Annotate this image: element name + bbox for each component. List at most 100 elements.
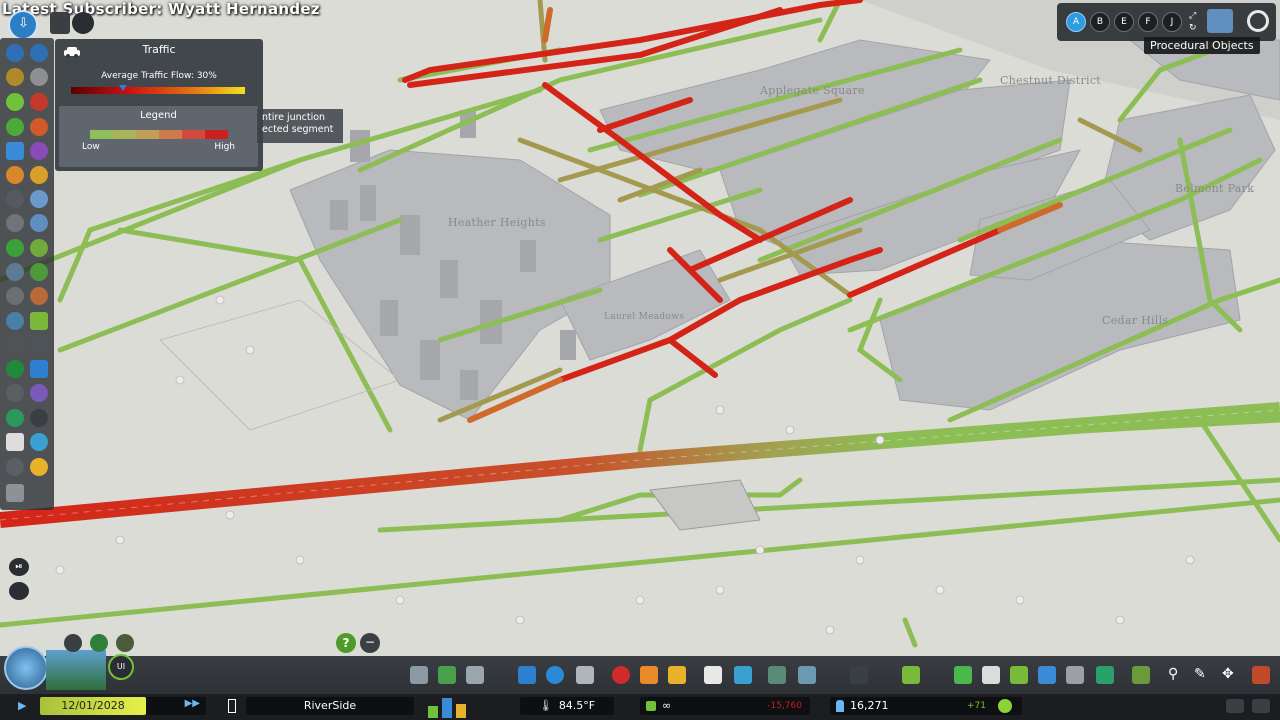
move-it-logo-icon[interactable]	[1207, 9, 1233, 33]
settings-icon[interactable]	[6, 336, 24, 354]
night-icon[interactable]	[6, 360, 24, 378]
mod-icon-2[interactable]	[90, 634, 108, 652]
water-surface-tab-icon[interactable]	[1038, 666, 1056, 684]
eyedropper-icon[interactable]: ✎	[1194, 666, 1212, 684]
shield-tab-icon[interactable]	[1096, 666, 1114, 684]
industry-tab-icon[interactable]	[768, 666, 786, 684]
mod-icon-1[interactable]	[64, 634, 82, 652]
screenshot-icon[interactable]	[1252, 699, 1270, 713]
layer-button-j[interactable]: J	[1162, 12, 1182, 32]
garbage-icon[interactable]	[30, 166, 48, 184]
minimize-button[interactable]: −	[360, 633, 380, 653]
traffic-icon[interactable]	[6, 142, 24, 160]
panel-title: Traffic	[142, 43, 176, 56]
education-tab-icon[interactable]	[704, 666, 722, 684]
expand-icon[interactable]: ⤢	[1189, 11, 1196, 21]
plane-icon[interactable]	[30, 433, 48, 451]
fast-forward-icon: ▶▶	[184, 698, 200, 709]
refresh-icon[interactable]: ↻	[1189, 23, 1197, 33]
districts-icon[interactable]	[30, 68, 48, 86]
parks-icon[interactable]	[6, 118, 24, 136]
crime-icon[interactable]	[30, 287, 48, 305]
info-bar: ▶ 12/01/2028 ▶▶ RiverSide 🌡 84.5°F ∞ -15,…	[0, 694, 1280, 720]
police-icon[interactable]	[6, 190, 24, 208]
health-tab-icon[interactable]	[612, 666, 630, 684]
monuments-tab-icon[interactable]	[954, 666, 972, 684]
tools-icon[interactable]	[6, 312, 24, 330]
income-value: -15,760	[767, 701, 802, 711]
checklist-tab-icon[interactable]	[982, 666, 1000, 684]
unique-icon[interactable]	[6, 214, 24, 232]
roads-icon[interactable]	[6, 44, 24, 62]
temperature-display: 🌡 84.5°F	[520, 697, 614, 715]
bus-icon[interactable]	[6, 484, 24, 502]
transport-icon[interactable]	[6, 166, 24, 184]
terrain-tab-icon[interactable]	[1066, 666, 1084, 684]
electricity-icon[interactable]	[30, 93, 48, 111]
wind-icon[interactable]	[6, 263, 24, 281]
play-icon[interactable]: ▶	[18, 699, 26, 712]
water-tab-icon[interactable]	[546, 666, 564, 684]
pollution-icon[interactable]	[6, 287, 24, 305]
tree-tab-icon[interactable]	[1132, 666, 1150, 684]
district-label-cedar: Cedar Hills	[1102, 314, 1169, 327]
nature-icon[interactable]	[30, 263, 48, 281]
tool-icon[interactable]	[72, 12, 94, 34]
district-label-heather: Heather Heights	[448, 216, 546, 229]
pedestrian-icon[interactable]	[6, 458, 24, 476]
parks-tab-icon[interactable]	[798, 666, 816, 684]
info-views-button[interactable]: ⇩	[8, 10, 38, 40]
health-icon[interactable]	[30, 190, 48, 208]
transport-tab-icon[interactable]	[734, 666, 752, 684]
tooltip-line: ected segment	[262, 124, 334, 135]
layer-button-e[interactable]: E	[1114, 12, 1134, 32]
network-icon[interactable]	[30, 384, 48, 402]
electricity-tab-icon[interactable]	[518, 666, 536, 684]
lock-icon[interactable]	[6, 384, 24, 402]
ui-toggle-icon[interactable]: UI	[108, 654, 134, 680]
move-icon[interactable]: ✥	[1222, 666, 1240, 684]
roads-tab-icon[interactable]	[410, 666, 428, 684]
cam-icon[interactable]	[30, 409, 48, 427]
districts-tab-icon[interactable]	[466, 666, 484, 684]
surface-icon[interactable]	[6, 409, 24, 427]
wonders-icon[interactable]	[6, 239, 24, 257]
mod-icon-3[interactable]	[116, 634, 134, 652]
fire-tab-icon[interactable]	[640, 666, 658, 684]
garbage-tab-icon[interactable]	[576, 666, 594, 684]
zoning-tab-icon[interactable]	[438, 666, 456, 684]
water-icon[interactable]	[30, 44, 48, 62]
money-icon	[646, 701, 656, 711]
gear-icon[interactable]	[1247, 10, 1269, 32]
game-logo-icon[interactable]	[4, 646, 48, 690]
legend-color-3	[159, 130, 182, 139]
left-toolbar	[0, 38, 54, 510]
nature-tab-icon[interactable]	[1010, 666, 1028, 684]
monuments-icon[interactable]	[30, 214, 48, 232]
help-button[interactable]: ?	[336, 633, 356, 653]
layer-button-b[interactable]: B	[1090, 12, 1110, 32]
elevation-icon[interactable]	[30, 336, 48, 354]
zoning-icon[interactable]	[6, 68, 24, 86]
landscaping-icon[interactable]	[30, 239, 48, 257]
speed-bar[interactable]: ▶▶	[146, 697, 206, 715]
camera-icon[interactable]	[9, 582, 29, 600]
landscaping-tab-icon[interactable]	[902, 666, 920, 684]
layer-button-f[interactable]: F	[1138, 12, 1158, 32]
chirper-icon[interactable]	[1226, 699, 1244, 713]
coin-icon[interactable]	[30, 458, 48, 476]
info-icon[interactable]	[30, 360, 48, 378]
search-icon[interactable]: ⚲	[1168, 666, 1186, 684]
notes-icon[interactable]	[6, 433, 24, 451]
move-it-icon[interactable]	[30, 312, 48, 330]
traffic-light-icon[interactable]	[50, 12, 70, 34]
police-tab-icon[interactable]	[668, 666, 686, 684]
play-pause-icon[interactable]: ⏯	[9, 558, 29, 576]
fire-icon[interactable]	[30, 118, 48, 136]
bulldoze-icon[interactable]	[1252, 666, 1270, 684]
happiness-icon[interactable]	[6, 93, 24, 111]
layer-button-a[interactable]: A	[1066, 12, 1086, 32]
city-name[interactable]: RiverSide	[246, 697, 414, 715]
unique-tab-icon[interactable]	[850, 666, 868, 684]
education-icon[interactable]	[30, 142, 48, 160]
